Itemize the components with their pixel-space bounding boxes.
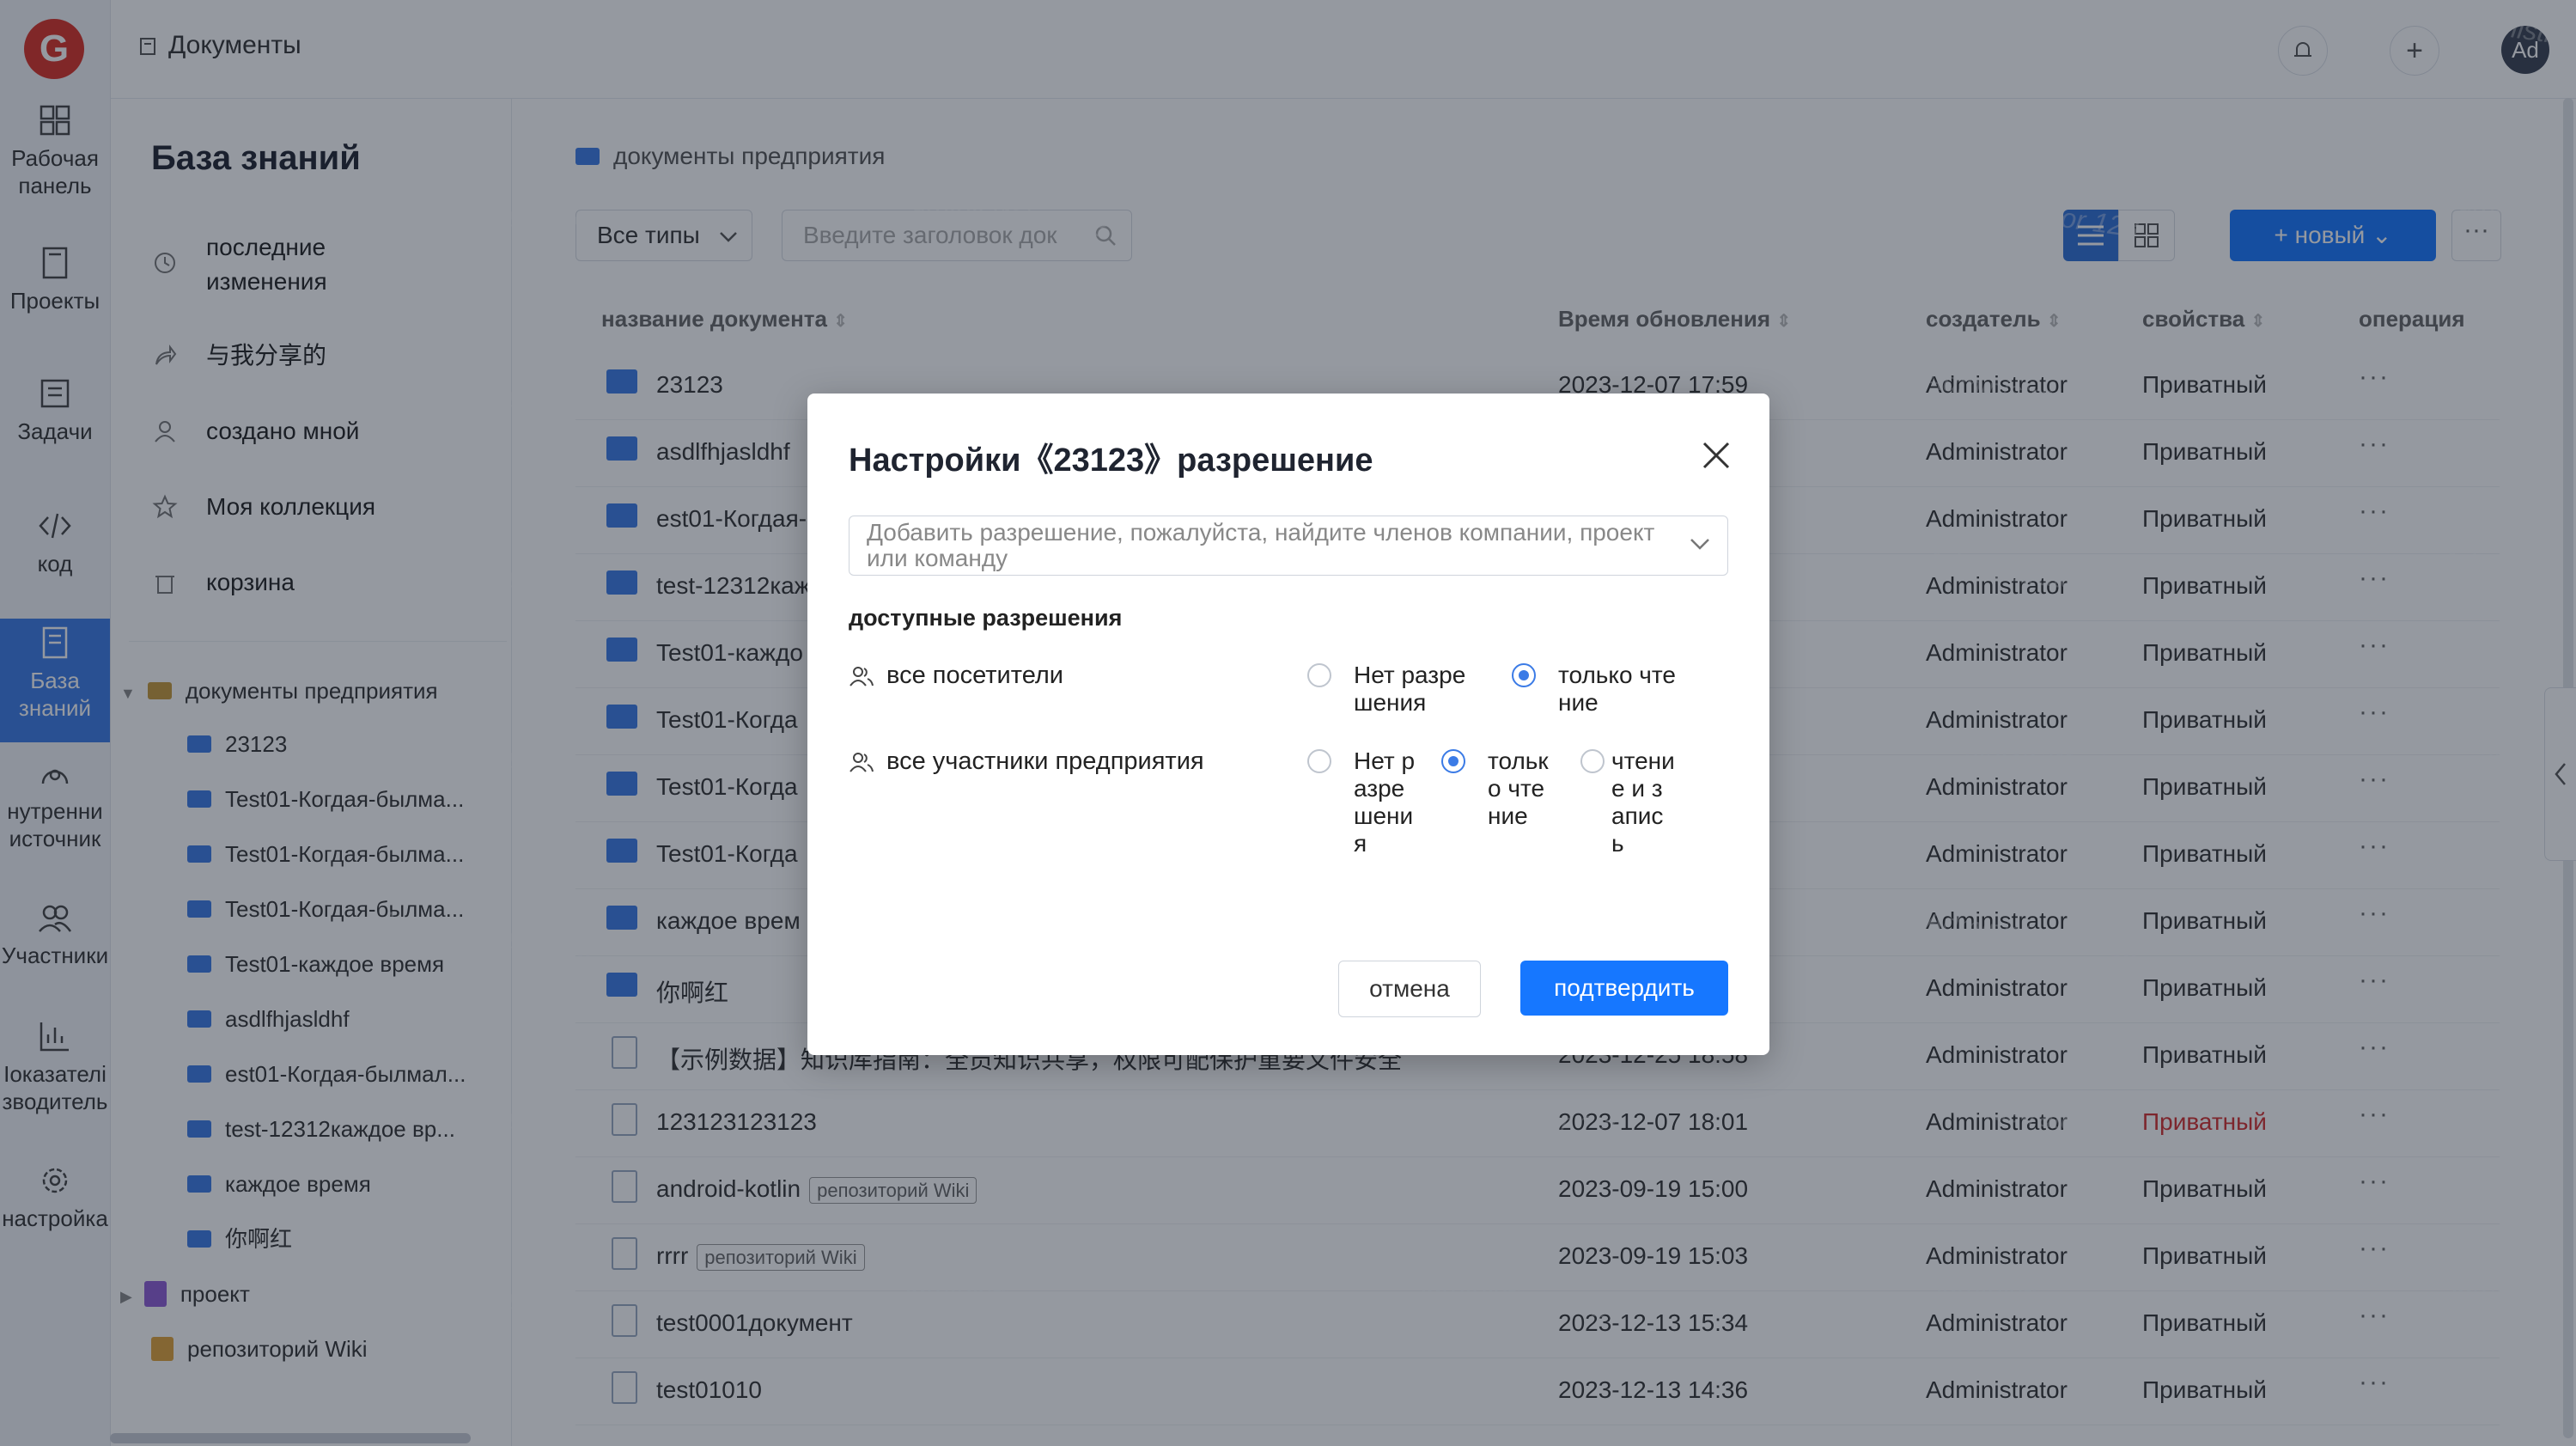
chevron-down-icon xyxy=(1690,539,1709,550)
perm-group-label: все участники предприятия xyxy=(886,747,1204,775)
perm-group-members: все участники предприятия xyxy=(849,747,1204,776)
confirm-button[interactable]: подтвердить xyxy=(1520,961,1728,1016)
radio-label: Нет разрешения xyxy=(1354,747,1416,857)
users-icon xyxy=(850,753,874,772)
radio-members-read[interactable] xyxy=(1441,749,1465,773)
radio-visitors-read[interactable] xyxy=(1512,663,1536,687)
member-search-select[interactable]: Добавить разрешение, пожалуйста, найдите… xyxy=(849,516,1728,576)
radio-members-readwrite[interactable] xyxy=(1580,749,1605,773)
perm-group-label: все посетители xyxy=(886,662,1063,689)
close-icon[interactable] xyxy=(1697,436,1735,474)
radio-label: чтение и запись xyxy=(1611,747,1675,857)
permissions-heading: доступные разрешения xyxy=(849,605,1123,631)
users-icon xyxy=(850,667,874,686)
radio-label: только чтение xyxy=(1558,662,1676,716)
permission-dialog: Настройки《23123》разрешение Добавить разр… xyxy=(807,394,1769,1055)
radio-members-none[interactable] xyxy=(1307,749,1331,773)
radio-label: Нет разрешения xyxy=(1354,662,1466,716)
cancel-button[interactable]: отмена xyxy=(1338,961,1481,1017)
radio-label: только чтение xyxy=(1488,747,1549,829)
perm-group-visitors: все посетители xyxy=(849,662,1063,690)
select-placeholder: Добавить разрешение, пожалуйста, найдите… xyxy=(867,519,1655,571)
dialog-title: Настройки《23123》разрешение xyxy=(849,442,1373,479)
radio-visitors-none[interactable] xyxy=(1307,663,1331,687)
